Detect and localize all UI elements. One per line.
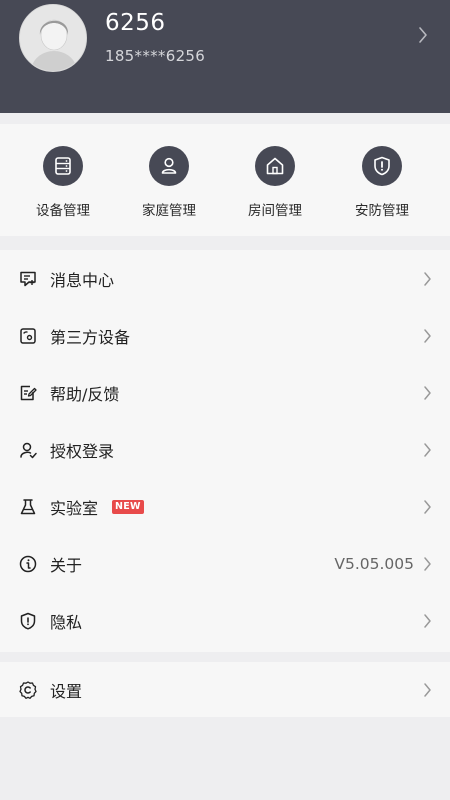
info-icon <box>17 553 39 575</box>
new-badge: NEW <box>112 499 144 514</box>
settings-section: 设置 <box>0 662 450 717</box>
quick-action-device-management[interactable]: 设备管理 <box>13 124 113 236</box>
user-phone: 185****6256 <box>105 47 206 65</box>
menu-item-label: 第三方设备 <box>50 327 131 347</box>
quick-action-family-management[interactable]: 家庭管理 <box>119 124 219 236</box>
quick-actions: 设备管理 家庭管理 房间管理 安防管理 <box>0 124 450 236</box>
message-icon <box>17 268 39 290</box>
menu-item-settings[interactable]: 设置 <box>0 662 450 717</box>
shield-alert-icon <box>362 146 402 186</box>
user-header[interactable]: 6256 185****6256 <box>0 0 450 113</box>
chevron-right-icon <box>424 328 431 343</box>
profile-page: 6256 185****6256 设备管理 家庭管理 房间管理 安防管理 消息中… <box>0 0 450 800</box>
menu-item-label: 隐私 <box>50 612 83 632</box>
quick-action-label: 房间管理 <box>248 203 302 219</box>
menu-list: 消息中心 第三方设备 帮助/反馈 授权登录 实验室 NEW 关于 V5.05.0… <box>0 250 450 652</box>
chevron-right-icon <box>424 499 431 514</box>
user-name: 6256 <box>105 10 166 36</box>
quick-action-security-management[interactable]: 安防管理 <box>332 124 432 236</box>
menu-item-label: 实验室 <box>50 498 99 518</box>
quick-action-room-management[interactable]: 房间管理 <box>225 124 325 236</box>
person-icon <box>149 146 189 186</box>
chevron-right-icon <box>424 682 431 697</box>
menu-item-label: 授权登录 <box>50 441 115 461</box>
chevron-right-icon <box>424 556 431 571</box>
device-list-icon <box>43 146 83 186</box>
chevron-right-icon <box>424 271 431 286</box>
authorize-icon <box>17 439 39 461</box>
chevron-right-icon <box>424 442 431 457</box>
chevron-right-icon[interactable] <box>418 26 428 44</box>
menu-item-third-party-devices[interactable]: 第三方设备 <box>0 307 450 364</box>
quick-action-label: 设备管理 <box>36 203 90 219</box>
house-icon <box>255 146 295 186</box>
app-version: V5.05.005 <box>334 554 414 573</box>
menu-item-label: 关于 <box>50 555 83 575</box>
menu-item-label: 帮助/反馈 <box>50 384 120 404</box>
settings-gear-icon <box>17 679 39 701</box>
chevron-right-icon <box>424 613 431 628</box>
avatar[interactable] <box>19 4 87 72</box>
menu-item-label: 设置 <box>50 681 83 701</box>
menu-item-lab[interactable]: 实验室 NEW <box>0 478 450 535</box>
menu-item-message-center[interactable]: 消息中心 <box>0 250 450 307</box>
menu-item-about[interactable]: 关于 V5.05.005 <box>0 535 450 592</box>
menu-item-privacy[interactable]: 隐私 <box>0 592 450 649</box>
flask-icon <box>17 496 39 518</box>
quick-action-label: 家庭管理 <box>142 203 196 219</box>
menu-item-help-feedback[interactable]: 帮助/反馈 <box>0 364 450 421</box>
quick-action-label: 安防管理 <box>355 203 409 219</box>
third-party-device-icon <box>17 325 39 347</box>
privacy-shield-icon <box>17 610 39 632</box>
chevron-right-icon <box>424 385 431 400</box>
menu-item-label: 消息中心 <box>50 270 115 290</box>
feedback-icon <box>17 382 39 404</box>
menu-item-authorized-login[interactable]: 授权登录 <box>0 421 450 478</box>
